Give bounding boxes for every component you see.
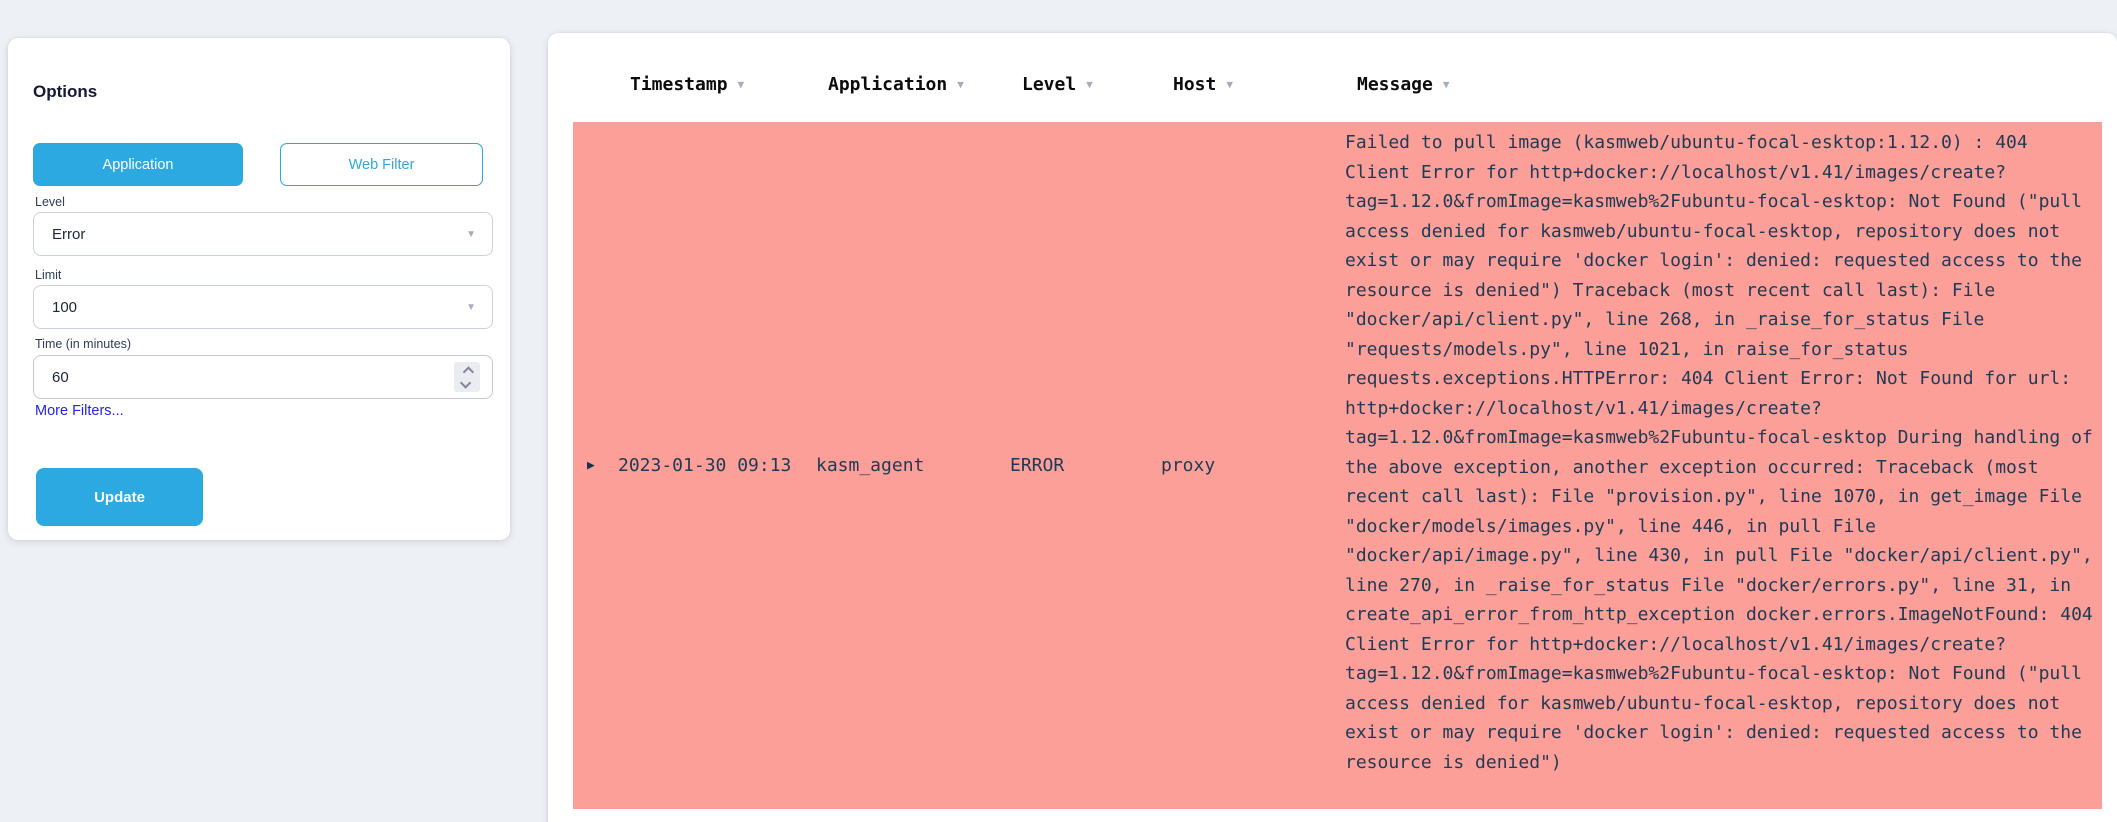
stepper-down-icon[interactable] [460, 377, 471, 388]
sort-caret-icon[interactable]: ▼ [957, 78, 964, 91]
cell-level: ERROR [1010, 122, 1161, 809]
chevron-down-icon: ▼ [466, 229, 476, 240]
sort-caret-icon[interactable]: ▼ [1086, 78, 1093, 91]
cell-message: Failed to pull image (kasmweb/ubuntu-foc… [1345, 122, 2102, 809]
cell-host: proxy [1161, 122, 1345, 809]
cell-timestamp: 2023-01-30 09:13 [618, 122, 816, 809]
time-label: Time (in minutes) [35, 337, 131, 351]
log-table-header: Timestamp ▼ Application ▼ Level ▼ Host ▼… [573, 33, 2102, 122]
column-header-message[interactable]: Message ▼ [1345, 74, 2102, 95]
sort-caret-icon[interactable]: ▼ [738, 78, 745, 91]
column-header-level[interactable]: Level ▼ [1010, 74, 1161, 95]
stepper-up-icon[interactable] [463, 366, 474, 377]
sort-caret-icon[interactable]: ▼ [1226, 78, 1233, 91]
limit-select-value: 100 [52, 299, 77, 316]
number-stepper[interactable] [454, 362, 480, 392]
cell-application: kasm_agent [816, 122, 1010, 809]
more-filters-link[interactable]: More Filters... [35, 403, 124, 419]
options-panel: Options Application Web Filter Level Err… [8, 38, 510, 540]
time-input[interactable] [33, 355, 493, 399]
log-type-tabs: Application Web Filter [33, 143, 485, 186]
table-row[interactable]: ▶ 2023-01-30 09:13 kasm_agent ERROR prox… [573, 122, 2102, 809]
column-header-timestamp[interactable]: Timestamp ▼ [618, 74, 816, 95]
limit-label: Limit [35, 268, 61, 282]
level-label: Level [35, 195, 65, 209]
tab-web-filter[interactable]: Web Filter [280, 143, 483, 186]
column-header-application[interactable]: Application ▼ [816, 74, 1010, 95]
chevron-down-icon: ▼ [466, 302, 476, 313]
column-header-host[interactable]: Host ▼ [1161, 74, 1345, 95]
level-select-value: Error [52, 226, 85, 243]
sort-caret-icon[interactable]: ▼ [1443, 78, 1450, 91]
expand-row-icon[interactable]: ▶ [587, 458, 595, 473]
options-panel-title: Options [33, 82, 485, 102]
tab-application[interactable]: Application [33, 143, 243, 186]
limit-select[interactable]: 100 ▼ [33, 285, 493, 329]
level-select[interactable]: Error ▼ [33, 212, 493, 256]
update-button[interactable]: Update [36, 468, 203, 526]
time-input-wrap [33, 355, 493, 399]
log-table: Timestamp ▼ Application ▼ Level ▼ Host ▼… [548, 33, 2117, 822]
